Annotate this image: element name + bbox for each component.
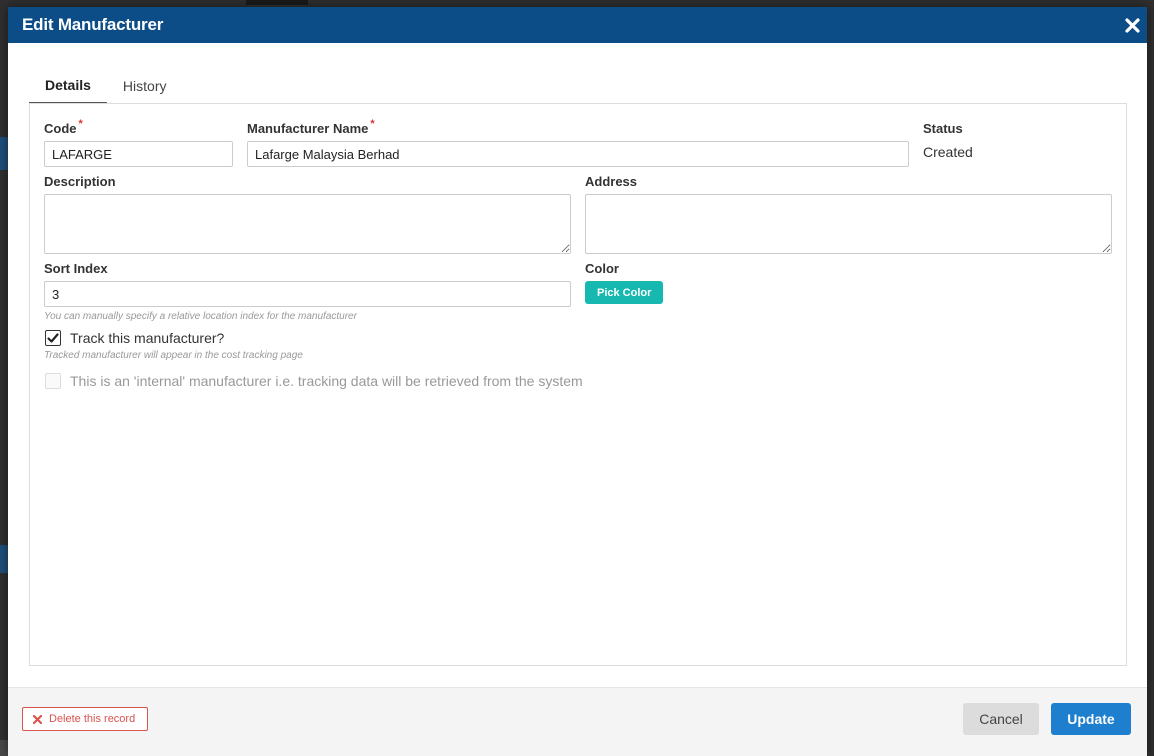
update-button[interactable]: Update (1051, 703, 1131, 735)
backdrop-decoration (0, 545, 8, 573)
dialog-footer: Delete this record Cancel Update (8, 687, 1147, 756)
address-label: Address (585, 174, 638, 189)
delete-record-button[interactable]: Delete this record (22, 707, 149, 731)
manufacturer-name-label-text: Manufacturer Name (247, 121, 369, 136)
tab-history[interactable]: History (107, 67, 183, 104)
sort-index-input[interactable] (44, 281, 571, 307)
details-panel: Code* Manufacturer Name* Status Created … (29, 103, 1127, 666)
tab-details[interactable]: Details (29, 67, 107, 104)
dialog-title: Edit Manufacturer (22, 15, 164, 34)
manufacturer-name-label: Manufacturer Name * (247, 118, 375, 136)
backdrop-decoration (0, 137, 8, 170)
track-manufacturer-label[interactable]: Track this manufacturer? (70, 330, 224, 346)
color-label: Color (585, 261, 619, 276)
code-input[interactable] (44, 141, 233, 167)
internal-manufacturer-label: This is an 'internal' manufacturer i.e. … (70, 373, 583, 389)
description-textarea[interactable] (44, 194, 571, 254)
sort-index-hint: You can manually specify a relative loca… (44, 311, 357, 322)
checkmark-icon (47, 333, 59, 343)
required-marker: * (78, 118, 83, 130)
dialog-header: Edit Manufacturer (8, 7, 1147, 43)
description-label: Description (44, 174, 116, 189)
delete-record-label: Delete this record (49, 713, 136, 725)
close-icon[interactable] (1123, 16, 1141, 34)
manufacturer-name-input[interactable] (247, 141, 909, 167)
internal-manufacturer-checkbox[interactable] (45, 373, 61, 389)
code-label: Code * (44, 118, 83, 136)
track-manufacturer-hint: Tracked manufacturer will appear in the … (44, 350, 303, 361)
x-icon (33, 714, 42, 724)
sort-index-label: Sort Index (44, 261, 108, 276)
pick-color-button[interactable]: Pick Color (585, 281, 664, 304)
address-textarea[interactable] (585, 194, 1112, 254)
code-label-text: Code (44, 121, 77, 136)
required-marker: * (370, 118, 375, 130)
tab-bar: Details History (29, 67, 182, 104)
cancel-button[interactable]: Cancel (963, 703, 1039, 735)
status-value: Created (923, 144, 973, 160)
edit-manufacturer-dialog: Edit Manufacturer Details History Code * … (8, 7, 1147, 756)
status-label: Status (923, 121, 963, 136)
track-manufacturer-checkbox[interactable] (45, 330, 61, 346)
backdrop-decoration (246, 0, 308, 5)
